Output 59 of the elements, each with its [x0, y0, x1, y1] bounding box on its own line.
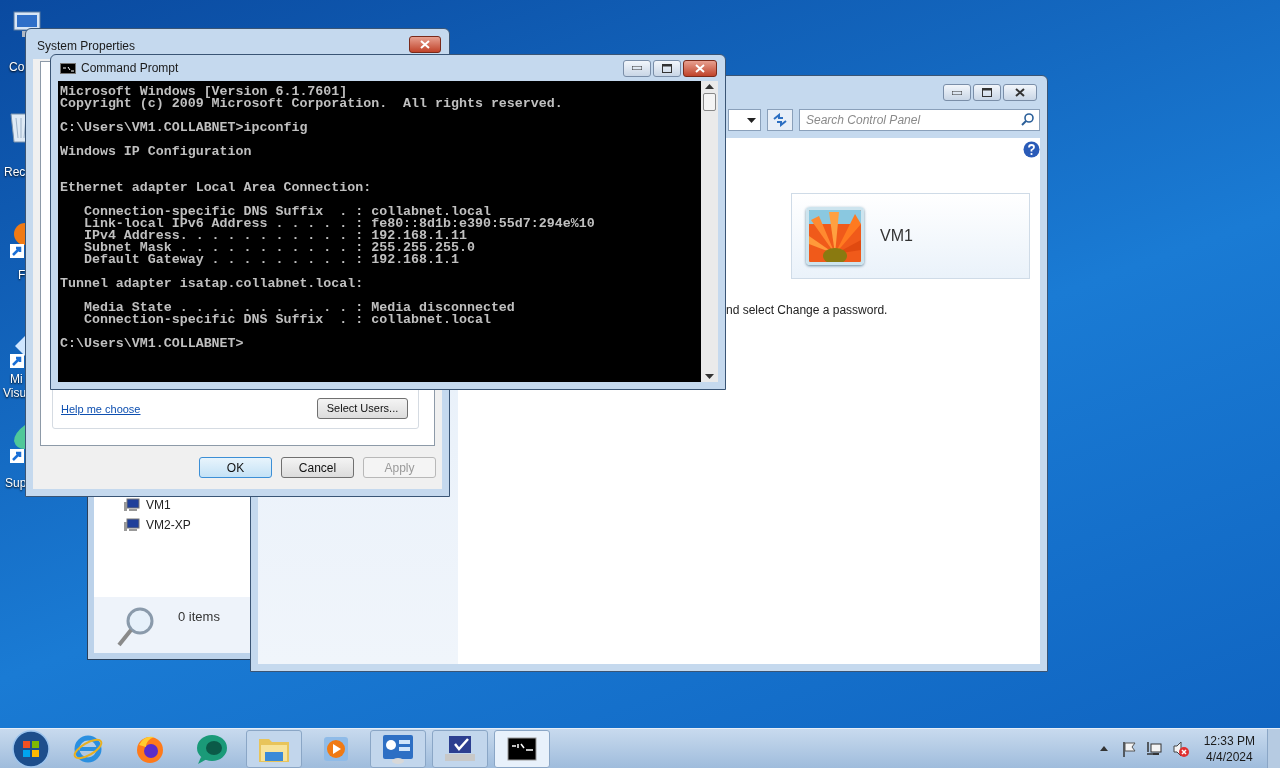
window-title: System Properties [37, 38, 136, 55]
console-icon [60, 62, 76, 74]
help-icon[interactable] [1023, 141, 1040, 158]
dialog-button[interactable]: Cancel [281, 457, 354, 478]
muted-speaker-icon[interactable] [1171, 739, 1190, 758]
desktop-icon-label[interactable]: F [18, 266, 26, 284]
network-icon[interactable] [1145, 740, 1162, 757]
maximize-button[interactable] [973, 84, 1001, 101]
maximize-icon [662, 63, 672, 73]
maximize-button[interactable] [653, 59, 681, 77]
close-icon [420, 40, 430, 49]
tree-item[interactable]: VM1 [124, 497, 171, 513]
app-shortcut-icon [10, 336, 25, 368]
scroll-down-icon[interactable] [705, 374, 714, 379]
refresh-button[interactable] [767, 109, 793, 131]
start-orb-icon [12, 729, 50, 768]
control-panel-icon [381, 732, 415, 765]
window-title: Command Prompt [81, 60, 179, 77]
computer-icon [124, 498, 140, 512]
scroll-up-icon[interactable] [705, 84, 714, 89]
maximize-icon [982, 88, 992, 97]
close-icon [1015, 88, 1025, 97]
scroll-thumb[interactable] [703, 93, 716, 111]
select-users-button[interactable]: Select Users... [317, 398, 408, 419]
close-button[interactable] [409, 36, 441, 53]
address-bar[interactable] [728, 109, 761, 131]
close-icon [695, 63, 705, 73]
dropdown-arrow-icon [747, 117, 756, 123]
app-shortcut-icon [10, 222, 25, 258]
show-hidden-icons-icon[interactable] [1099, 746, 1108, 751]
minimize-icon [632, 66, 642, 70]
item-count: 0 items [178, 608, 220, 626]
desktop-icon-label[interactable]: Sup [5, 474, 27, 492]
help-link[interactable]: Help me choose [61, 400, 141, 419]
minimize-icon [952, 90, 962, 95]
scrollbar[interactable] [701, 81, 718, 382]
taskbar-button[interactable] [432, 729, 488, 768]
search-field[interactable]: Search Control Panel [799, 109, 1040, 131]
search-icon [1021, 113, 1034, 126]
flag-icon[interactable] [1121, 740, 1136, 757]
dialog-button[interactable]: OK [199, 457, 272, 478]
desktop-icon-label[interactable]: Co [9, 58, 25, 76]
desktop-icon-label[interactable]: Rec [4, 163, 26, 181]
app-shortcut-icon [10, 425, 25, 463]
user-name: VM1 [880, 226, 913, 246]
chat-bubble-icon [195, 732, 229, 765]
tree-item[interactable]: VM2-XP [124, 517, 191, 533]
computer-icon [124, 518, 140, 532]
instruction-text: nd select Change a password. [726, 302, 888, 319]
console-text: Microsoft Windows [Version 6.1.7601] Copyright (c) 2009 Microsoft Corporation. All rights reserved. C:\Users\VM1.COLLABNET>ipconfig Windows IP Configuration Ethernet adapter Local Area Connection: Connection-specific DNS Suffix . : collabnet.local Link-local IPv6 Address . . . . . : fe80::8d1b:e390:55d7:294e%10 IPv4 Address. . . . . . . . . . . : 192.168.1.11 Subnet Mask . . . . . . . . . . . : 255.255.255.0 Default Gateway . . . . . . . . . : 192.168.1.1 Tunnel adapter isatap.collabnet.local: Media State . . . . . . . . . . . : Media disconnected Connection-specific DNS Suffix . : collabnet.local C:\Users\VM1.COLLABNET> [60, 86, 595, 350]
console-icon [507, 736, 537, 761]
user-card[interactable]: VM1 [791, 193, 1030, 279]
close-button[interactable] [1003, 84, 1037, 101]
clock-time[interactable]: 12:33 PM [1203, 732, 1255, 749]
close-button[interactable] [683, 59, 717, 77]
network-computer-icon [443, 733, 477, 764]
taskbar-button[interactable] [494, 729, 550, 768]
refresh-arrows-icon [772, 113, 788, 127]
clock-date[interactable]: 4/4/2024 [1205, 748, 1253, 765]
